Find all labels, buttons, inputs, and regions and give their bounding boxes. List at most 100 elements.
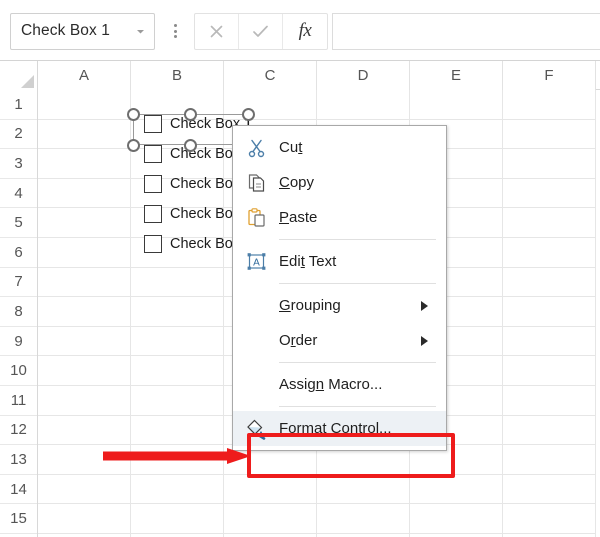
cell-A9[interactable]	[38, 326, 131, 357]
row-header[interactable]: 2	[0, 119, 37, 150]
select-all-button[interactable]	[0, 61, 38, 90]
row-header[interactable]: 15	[0, 504, 37, 534]
cell-A7[interactable]	[38, 267, 131, 298]
menu-item-copy[interactable]: Copy	[233, 165, 446, 200]
cell-A4[interactable]	[38, 178, 131, 209]
menu-item-grouping[interactable]: Grouping	[233, 288, 446, 323]
column-header-c[interactable]: C	[224, 61, 317, 90]
cell-F6[interactable]	[503, 237, 596, 268]
cell-A13[interactable]	[38, 445, 131, 475]
cell-F12[interactable]	[503, 415, 596, 446]
cancel-button[interactable]	[195, 13, 239, 49]
resize-handle-top-left[interactable]	[127, 108, 140, 121]
resize-handle-top-right[interactable]	[242, 108, 255, 121]
column-header-b[interactable]: B	[131, 61, 224, 90]
edit-text-icon: A	[233, 244, 279, 279]
cell-F1[interactable]	[503, 90, 596, 120]
row-header[interactable]: 3	[0, 149, 37, 179]
column-header-a[interactable]: A	[38, 61, 131, 90]
resize-handle-bottom-center[interactable]	[184, 139, 197, 152]
cell-A11[interactable]	[38, 385, 131, 416]
checkbox-square-icon[interactable]	[144, 235, 162, 253]
cell-D15[interactable]	[317, 504, 410, 534]
menu-item-edit-text[interactable]: A Edit Text	[233, 244, 446, 279]
cell-F10[interactable]	[503, 356, 596, 386]
cell-C15[interactable]	[224, 504, 317, 534]
cell-F7[interactable]	[503, 267, 596, 298]
cell-D14[interactable]	[317, 474, 410, 505]
cell-B15[interactable]	[131, 504, 224, 534]
cell-A14[interactable]	[38, 474, 131, 505]
menu-item-assign-macro[interactable]: Assign Macro...	[233, 367, 446, 402]
resize-handle-bottom-left[interactable]	[127, 139, 140, 152]
menu-item-paste[interactable]: Paste	[233, 200, 446, 235]
menu-item-format-control[interactable]: Format Control...	[233, 411, 446, 446]
cell-F4[interactable]	[503, 178, 596, 209]
cell-B10[interactable]	[131, 356, 224, 386]
column-header-row: A B C D E F	[0, 61, 600, 90]
kebab-menu-icon[interactable]	[161, 13, 189, 50]
row-header[interactable]: 9	[0, 326, 37, 357]
cell-B7[interactable]	[131, 267, 224, 298]
cell-A15[interactable]	[38, 504, 131, 534]
cell-A10[interactable]	[38, 356, 131, 386]
confirm-button[interactable]	[239, 13, 283, 49]
menu-item-order[interactable]: Order	[233, 323, 446, 358]
resize-handle-top-center[interactable]	[184, 108, 197, 121]
cell-B14[interactable]	[131, 474, 224, 505]
row-header[interactable]: 11	[0, 385, 37, 416]
cell-A6[interactable]	[38, 237, 131, 268]
cell-A3[interactable]	[38, 149, 131, 179]
cell-F13[interactable]	[503, 445, 596, 475]
cell-B13[interactable]	[131, 445, 224, 475]
cell-F15[interactable]	[503, 504, 596, 534]
column-header-e[interactable]: E	[410, 61, 503, 90]
row-header[interactable]: 14	[0, 474, 37, 505]
cell-B11[interactable]	[131, 385, 224, 416]
cell-F3[interactable]	[503, 149, 596, 179]
cell-A1[interactable]	[38, 90, 131, 120]
row-header[interactable]: 1	[0, 90, 37, 120]
cell-F2[interactable]	[503, 119, 596, 150]
scissors-icon	[233, 130, 279, 165]
cell-F8[interactable]	[503, 297, 596, 327]
cell-D1[interactable]	[317, 90, 410, 120]
row-header[interactable]: 8	[0, 297, 37, 327]
row-header[interactable]: 5	[0, 208, 37, 238]
checkbox-square-icon[interactable]	[144, 175, 162, 193]
row-header[interactable]: 12	[0, 415, 37, 446]
cell-B9[interactable]	[131, 326, 224, 357]
cell-F11[interactable]	[503, 385, 596, 416]
cell-E15[interactable]	[410, 504, 503, 534]
name-box[interactable]: Check Box 1	[10, 12, 155, 50]
cell-F14[interactable]	[503, 474, 596, 505]
submenu-arrow-icon	[421, 335, 428, 346]
menu-item-cut[interactable]: Cut	[233, 130, 446, 165]
cell-B12[interactable]	[131, 415, 224, 446]
row-header[interactable]: 4	[0, 178, 37, 209]
insert-function-button[interactable]: fx	[283, 14, 327, 49]
cell-A8[interactable]	[38, 297, 131, 327]
row-header[interactable]: 10	[0, 356, 37, 386]
checkbox-square-icon[interactable]	[144, 145, 162, 163]
check-icon	[251, 23, 270, 40]
cell-E14[interactable]	[410, 474, 503, 505]
fx-icon: fx	[298, 20, 312, 41]
row-header[interactable]: 13	[0, 445, 37, 475]
cell-A12[interactable]	[38, 415, 131, 446]
cell-F9[interactable]	[503, 326, 596, 357]
chevron-down-icon[interactable]	[132, 23, 148, 39]
checkbox-square-icon[interactable]	[144, 205, 162, 223]
menu-separator	[279, 406, 436, 407]
cell-A5[interactable]	[38, 208, 131, 238]
cell-C14[interactable]	[224, 474, 317, 505]
cell-F5[interactable]	[503, 208, 596, 238]
column-header-f[interactable]: F	[503, 61, 596, 90]
formula-input[interactable]	[332, 12, 600, 50]
row-header[interactable]: 7	[0, 267, 37, 298]
cell-A2[interactable]	[38, 119, 131, 150]
column-header-d[interactable]: D	[317, 61, 410, 90]
row-header[interactable]: 6	[0, 237, 37, 268]
cell-E1[interactable]	[410, 90, 503, 120]
cell-B8[interactable]	[131, 297, 224, 327]
